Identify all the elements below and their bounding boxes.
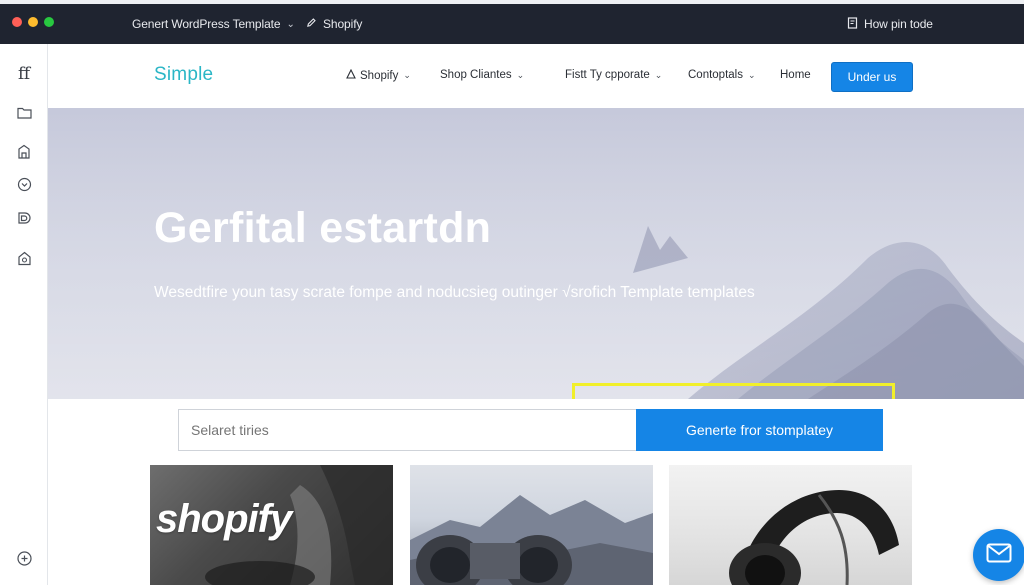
nav-shop-cliantes[interactable]: Shop Cliantes ⌄ xyxy=(440,69,524,81)
site-navigation: Simple Shopify ⌄ Shop Cliantes ⌄ Fistt T… xyxy=(48,44,1024,108)
card-image xyxy=(729,490,899,585)
chevron-circle-icon[interactable] xyxy=(0,173,48,195)
folder-icon[interactable] xyxy=(0,101,48,123)
nav-label: Shop Cliantes xyxy=(440,69,512,81)
chevron-down-icon: ⌄ xyxy=(286,18,295,30)
card-image xyxy=(410,495,653,585)
chevron-down-icon: ⌄ xyxy=(516,69,525,80)
nav-fistt-ty-cpporate[interactable]: Fistt Ty cpporate ⌄ xyxy=(565,69,662,81)
brand-logo[interactable]: Simple xyxy=(154,64,213,86)
chevron-down-icon: ⌄ xyxy=(403,70,411,80)
search-input[interactable] xyxy=(178,409,637,451)
under-us-button[interactable]: Under us xyxy=(831,62,913,92)
chevron-down-icon: ⌄ xyxy=(747,69,756,80)
nav-label: Home xyxy=(780,69,811,81)
hero-subtitle: Wesedtfire youn tasy scrate fompe and no… xyxy=(154,284,755,301)
chevron-down-icon: ⌄ xyxy=(654,69,663,80)
nav-label: Shopify xyxy=(360,69,399,82)
template-search: Generte fror stomplatey xyxy=(178,409,883,451)
hero-section: Gerfital estartdn Wesedtfire youn tasy s… xyxy=(48,108,1024,399)
note-icon xyxy=(847,16,858,32)
window-titlebar: Genert WordPress Template ⌄ Shopify How … xyxy=(0,0,1024,44)
maximize-window-button[interactable] xyxy=(44,17,54,27)
tab-label: Genert WordPress Template xyxy=(132,17,281,31)
mail-icon xyxy=(986,543,1012,568)
tab-wordpress-template[interactable]: Genert WordPress Template ⌄ xyxy=(132,4,295,44)
building-icon[interactable] xyxy=(0,140,48,162)
hero-background-illustration xyxy=(48,108,1024,399)
template-card-headphones[interactable] xyxy=(669,465,912,585)
plus-circle-icon[interactable] xyxy=(0,547,48,569)
nav-label: Contoptals xyxy=(688,69,743,81)
tab-label: Shopify xyxy=(323,17,363,31)
mail-fab-button[interactable] xyxy=(973,529,1024,581)
highlight-frame xyxy=(572,383,895,399)
generate-template-button[interactable]: Generte fror stomplatey xyxy=(636,409,883,451)
template-card-shopify[interactable]: shopify xyxy=(150,465,393,585)
triangle-icon xyxy=(346,68,356,82)
layers-icon[interactable] xyxy=(0,207,48,229)
minimize-window-button[interactable] xyxy=(28,17,38,27)
left-rail: ff xyxy=(0,44,48,585)
close-window-button[interactable] xyxy=(12,17,22,27)
hero-title: Gerfital estartdn xyxy=(154,204,492,252)
nav-label: Fistt Ty cpporate xyxy=(565,69,650,81)
how-pin-tode-button[interactable]: How pin tode xyxy=(847,4,933,44)
template-card-mountains[interactable] xyxy=(410,465,653,585)
nav-home[interactable]: Home xyxy=(780,69,811,81)
nav-shopify[interactable]: Shopify ⌄ xyxy=(346,68,411,82)
card-title: shopify xyxy=(156,497,292,541)
shield-icon[interactable] xyxy=(0,247,48,269)
how-pin-tode-label: How pin tode xyxy=(864,17,933,31)
pencil-icon xyxy=(306,17,317,31)
nav-contoptals[interactable]: Contoptals ⌄ xyxy=(688,69,756,81)
tab-shopify[interactable]: Shopify xyxy=(306,4,362,44)
rail-logo[interactable]: ff xyxy=(0,63,48,85)
